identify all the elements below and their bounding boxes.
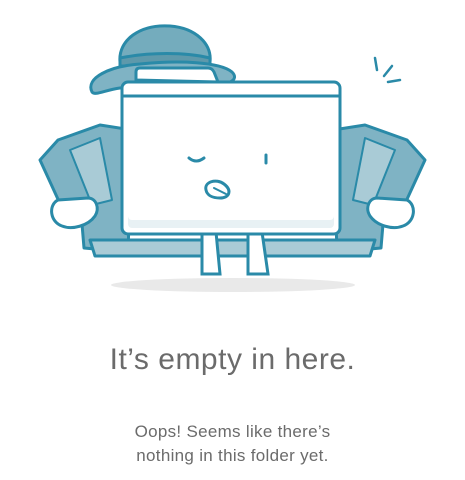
shadow-ellipse	[111, 278, 355, 292]
surprise-marks-icon	[373, 56, 402, 84]
folder-tab	[134, 66, 220, 84]
folder-detective-icon	[38, 24, 427, 292]
empty-message: Oops! Seems like there’s nothing in this…	[0, 420, 465, 468]
empty-title: It’s empty in here.	[109, 343, 356, 376]
empty-message-line-1: Oops! Seems like there’s	[134, 422, 331, 441]
empty-message-line-2: nothing in this folder yet.	[136, 446, 329, 465]
folder-body	[120, 80, 342, 236]
